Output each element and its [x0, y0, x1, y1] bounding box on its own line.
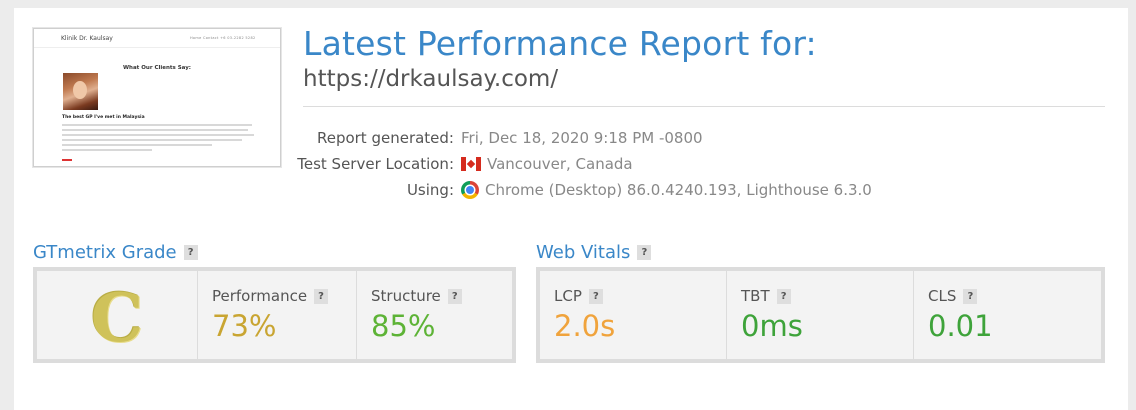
report-generated-value: Fri, Dec 18, 2020 9:18 PM -0800	[461, 129, 703, 147]
cls-label-row: CLS ?	[928, 287, 978, 305]
help-icon[interactable]: ?	[588, 288, 603, 304]
thumbnail-brand: Klinik Dr. Kaulsay	[61, 35, 113, 42]
structure-value: 85%	[371, 309, 436, 343]
thumbnail-navbar: Klinik Dr. Kaulsay Home Contact +6 03-22…	[34, 29, 280, 48]
canada-flag-icon	[461, 157, 481, 171]
header-divider	[303, 106, 1105, 107]
grade-cell: C	[37, 271, 198, 359]
thumbnail-heading: What Our Clients Say:	[122, 65, 191, 71]
location-value: Vancouver, Canada	[487, 155, 633, 173]
structure-cell: Structure ? 85%	[357, 271, 512, 359]
help-icon[interactable]: ?	[314, 288, 329, 304]
report-url[interactable]: https://drkaulsay.com/	[303, 66, 558, 92]
cls-label: CLS	[928, 287, 957, 305]
thumbnail-quote-title: The best GP I've met in Malaysia	[62, 115, 145, 120]
structure-label-row: Structure ?	[371, 287, 462, 305]
help-icon[interactable]: ?	[183, 245, 198, 260]
tbt-value: 0ms	[741, 309, 803, 343]
meta-label: Report generated:	[316, 129, 454, 147]
tbt-label-row: TBT ?	[741, 287, 791, 305]
thumbnail-text-line	[62, 134, 254, 136]
meta-label: Test Server Location:	[297, 155, 454, 173]
using-value: Chrome (Desktop) 86.0.4240.193, Lighthou…	[485, 181, 872, 199]
help-icon[interactable]: ?	[963, 288, 978, 304]
thumbnail-text-line	[62, 149, 152, 151]
performance-cell: Performance ? 73%	[198, 271, 357, 359]
web-vitals-panel: LCP ? 2.0s TBT ? 0ms CLS ? 0.01	[536, 267, 1105, 363]
lcp-value: 2.0s	[554, 309, 616, 343]
page-screenshot-thumbnail[interactable]: Klinik Dr. Kaulsay Home Contact +6 03-22…	[33, 28, 281, 167]
thumbnail-text-line	[62, 124, 252, 126]
gtmetrix-grade-panel: C Performance ? 73% Structure ? 85%	[33, 267, 516, 363]
grade-letter: C	[90, 279, 144, 357]
thumbnail-text-line	[62, 129, 248, 131]
thumbnail-link	[62, 159, 72, 161]
tbt-cell: TBT ? 0ms	[727, 271, 914, 359]
section-title: Web Vitals	[536, 242, 631, 263]
meta-report-generated: Report generated: Fri, Dec 18, 2020 9:18…	[303, 129, 1003, 151]
thumbnail-nav-links: Home Contact +6 03-2282 5282	[190, 36, 256, 40]
web-vitals-heading: Web Vitals ?	[536, 242, 652, 263]
thumbnail-text-line	[62, 139, 242, 141]
lcp-cell: LCP ? 2.0s	[540, 271, 727, 359]
performance-label: Performance	[212, 287, 308, 305]
meta-value: Chrome (Desktop) 86.0.4240.193, Lighthou…	[461, 181, 872, 199]
cls-value: 0.01	[928, 309, 993, 343]
section-title: GTmetrix Grade	[33, 242, 177, 263]
performance-value: 73%	[212, 309, 277, 343]
performance-label-row: Performance ?	[212, 287, 329, 305]
thumbnail-text-line	[62, 144, 212, 146]
help-icon[interactable]: ?	[637, 245, 652, 260]
help-icon[interactable]: ?	[776, 288, 791, 304]
meta-label: Using:	[406, 181, 454, 199]
help-icon[interactable]: ?	[447, 288, 462, 304]
cls-cell: CLS ? 0.01	[914, 271, 1101, 359]
lcp-label-row: LCP ?	[554, 287, 603, 305]
lcp-label: LCP	[554, 287, 582, 305]
meta-value: Fri, Dec 18, 2020 9:18 PM -0800	[461, 129, 703, 147]
meta-test-server-location: Test Server Location: Vancouver, Canada	[297, 155, 1003, 177]
tbt-label: TBT	[741, 287, 770, 305]
meta-value: Vancouver, Canada	[461, 155, 633, 173]
gtmetrix-grade-heading: GTmetrix Grade ?	[33, 242, 198, 263]
structure-label: Structure	[371, 287, 441, 305]
report-title: Latest Performance Report for:	[303, 24, 817, 63]
meta-using: Using: Chrome (Desktop) 86.0.4240.193, L…	[303, 181, 1003, 203]
thumbnail-photo	[63, 73, 98, 110]
chrome-icon	[461, 181, 479, 199]
